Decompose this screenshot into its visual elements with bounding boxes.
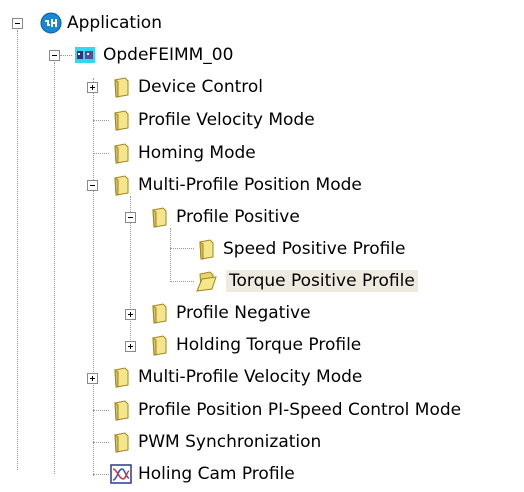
expand-toggle[interactable] (125, 341, 136, 352)
tree-guide (93, 410, 109, 411)
tree-guide (60, 55, 72, 56)
tree-guide (170, 248, 194, 249)
tree-item-torque-positive-profile[interactable]: Torque Positive Profile (226, 270, 418, 292)
folder-icon (114, 400, 129, 421)
tree-item-device-control[interactable]: Device Control (135, 76, 266, 98)
folder-icon (114, 432, 129, 453)
tree-item-opdefeimm[interactable]: OpdeFEIMM_00 (100, 44, 236, 66)
tree-item-profile-velocity-mode[interactable]: Profile Velocity Mode (135, 109, 318, 131)
folder-icon (114, 77, 129, 98)
folder-icon (114, 143, 129, 164)
expand-toggle[interactable] (87, 373, 98, 384)
tree-guide (170, 281, 194, 282)
tree-guide (93, 442, 109, 443)
expand-toggle[interactable] (125, 309, 136, 320)
application-globe-icon (40, 12, 62, 34)
collapse-toggle[interactable] (49, 50, 60, 61)
tree-item-profile-positive[interactable]: Profile Positive (173, 206, 303, 228)
tree-item-homing-mode[interactable]: Homing Mode (135, 142, 259, 164)
tree-item-multi-profile-velocity-mode[interactable]: Multi-Profile Velocity Mode (135, 366, 365, 388)
tree-item-pwm-synchronization[interactable]: PWM Synchronization (135, 431, 324, 453)
expand-toggle[interactable] (87, 82, 98, 93)
tree-guide (54, 62, 55, 474)
folder-icon (152, 207, 167, 228)
tree-guide (93, 153, 109, 154)
tree-item-speed-positive-profile[interactable]: Speed Positive Profile (220, 238, 409, 260)
folder-open-icon (196, 271, 217, 292)
folder-icon (114, 110, 129, 131)
collapse-toggle[interactable] (12, 18, 23, 29)
tree-guide (93, 78, 94, 476)
tree-item-application[interactable]: Application (64, 12, 165, 34)
tree-item-profile-position-pi-speed[interactable]: Profile Position PI-Speed Control Mode (135, 399, 464, 421)
cam-chart-icon (110, 464, 132, 484)
collapse-toggle[interactable] (87, 180, 98, 191)
tree-guide (170, 228, 171, 280)
tree-guide (93, 474, 109, 475)
tree-item-multi-profile-position-mode[interactable]: Multi-Profile Position Mode (135, 174, 365, 196)
folder-icon (199, 239, 214, 260)
tree-guide (17, 30, 18, 470)
folder-icon (114, 175, 129, 196)
tree-guide (93, 120, 109, 121)
folder-icon (152, 303, 167, 324)
collapse-toggle[interactable] (125, 212, 136, 223)
tree-item-profile-negative[interactable]: Profile Negative (173, 302, 314, 324)
folder-icon (152, 335, 167, 356)
project-tree: Application OpdeFEIMM_00 Device Control … (0, 0, 524, 492)
tree-item-holding-torque-profile[interactable]: Holding Torque Profile (173, 334, 364, 356)
folder-icon (114, 367, 129, 388)
tree-item-holing-cam-profile[interactable]: Holing Cam Profile (135, 463, 298, 485)
device-module-icon (75, 47, 95, 63)
